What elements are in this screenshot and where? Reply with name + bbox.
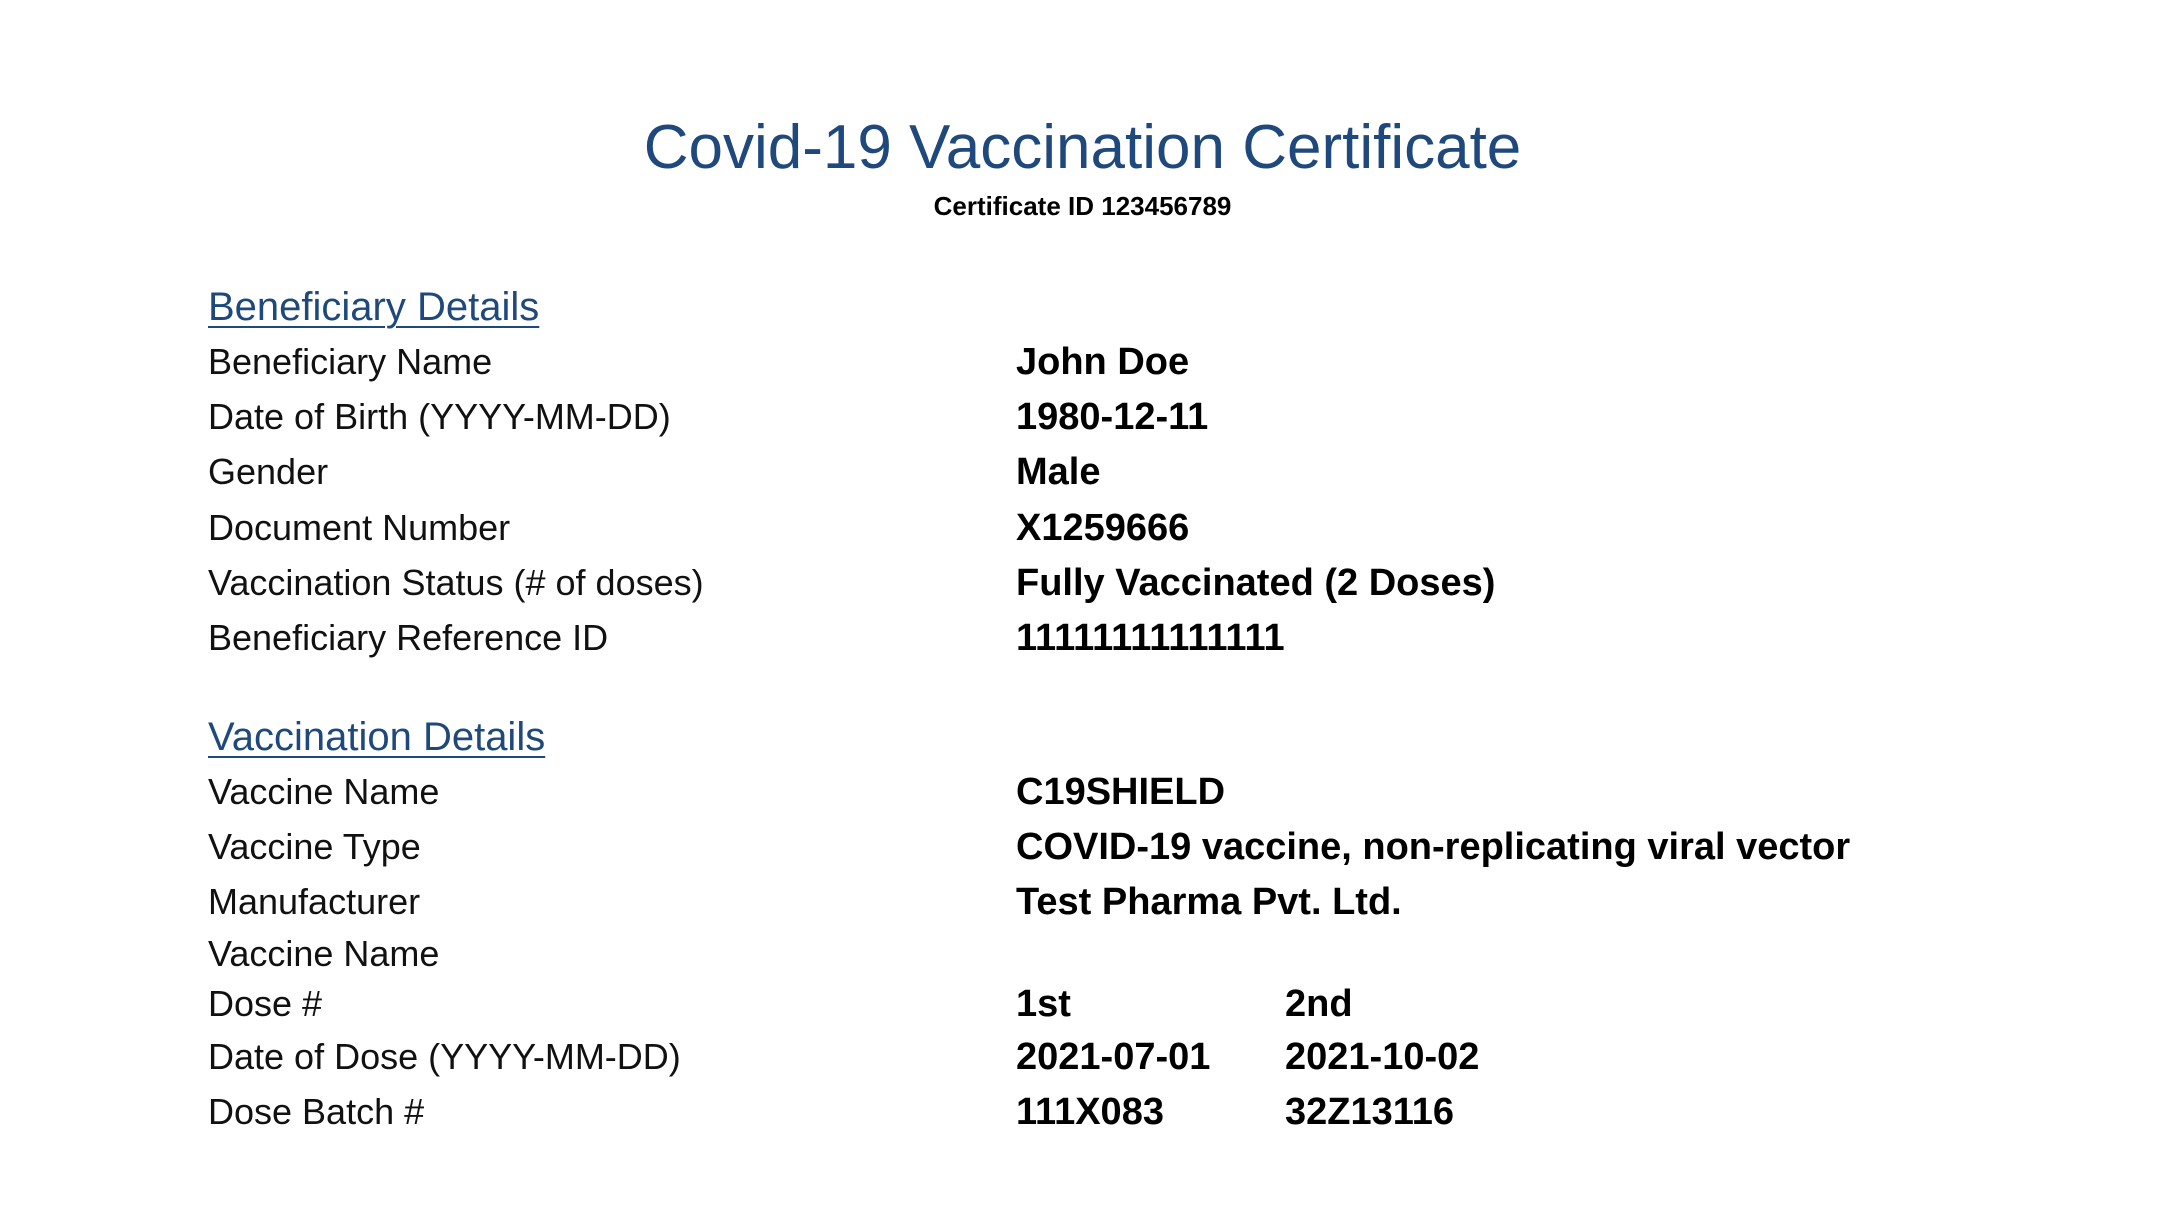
- vaccination-status-value: Fully Vaccinated (2 Doses): [1016, 562, 1496, 604]
- manufacturer-label: Manufacturer: [208, 881, 421, 922]
- manufacturer-value: Test Pharma Pvt. Ltd.: [1016, 881, 1402, 923]
- manufacturer-row: Manufacturer Test Pharma Pvt. Ltd.: [0, 877, 2165, 933]
- document-number-value: X1259666: [1016, 507, 1190, 549]
- gender-row: Gender Male: [0, 447, 2165, 503]
- beneficiary-name-label: Beneficiary Name: [208, 341, 493, 382]
- beneficiary-reference-id-row: Beneficiary Reference ID 11111111111111: [0, 613, 2165, 669]
- beneficiary-reference-id-label: Beneficiary Reference ID: [208, 617, 609, 658]
- dose-2-batch: 32Z13116: [1285, 1091, 1455, 1133]
- beneficiary-name-row: Beneficiary Name John Doe: [0, 337, 2165, 393]
- vaccination-status-label: Vaccination Status (# of doses): [208, 562, 704, 603]
- document-number-label: Document Number: [208, 507, 511, 548]
- vaccine-name-value: C19SHIELD: [1016, 771, 1226, 813]
- date-of-birth-label: Date of Birth (YYYY-MM-DD): [208, 396, 671, 437]
- dose-1-number: 1st: [1016, 983, 1071, 1025]
- vaccine-type-label: Vaccine Type: [208, 826, 421, 867]
- vaccine-name-repeat-row: Vaccine Name: [0, 929, 2165, 985]
- vaccine-type-row: Vaccine Type COVID-19 vaccine, non-repli…: [0, 822, 2165, 878]
- vaccine-name-label: Vaccine Name: [208, 771, 440, 812]
- vaccine-name-repeat-label: Vaccine Name: [208, 933, 440, 974]
- vaccination-details-heading: Vaccination Details: [208, 715, 546, 759]
- dose-batch-label: Dose Batch #: [208, 1091, 425, 1132]
- date-of-dose-row: Date of Dose (YYYY-MM-DD) 2021-07-01 202…: [0, 1032, 2165, 1088]
- vaccine-name-row: Vaccine Name C19SHIELD: [0, 767, 2165, 823]
- beneficiary-name-value: John Doe: [1016, 341, 1190, 383]
- certificate-title: Covid-19 Vaccination Certificate: [643, 113, 1522, 182]
- certificate-id: Certificate ID 123456789: [933, 191, 1232, 221]
- document-number-row: Document Number X1259666: [0, 503, 2165, 559]
- beneficiary-details-heading: Beneficiary Details: [208, 285, 540, 329]
- dose-1-batch: 111X083: [1016, 1091, 1164, 1133]
- date-of-birth-row: Date of Birth (YYYY-MM-DD) 1980-12-11: [0, 392, 2165, 448]
- vaccination-status-row: Vaccination Status (# of doses) Fully Va…: [0, 558, 2165, 614]
- gender-label: Gender: [208, 451, 329, 492]
- dose-batch-row: Dose Batch # 111X083 32Z13116: [0, 1087, 2165, 1143]
- dose-number-row: Dose # 1st 2nd: [0, 979, 2165, 1035]
- beneficiary-reference-id-value: 11111111111111: [1016, 617, 1285, 659]
- vaccine-type-value: COVID-19 vaccine, non-replicating viral …: [1016, 826, 1851, 868]
- dose-1-date: 2021-07-01: [1016, 1036, 1211, 1078]
- date-of-birth-value: 1980-12-11: [1016, 396, 1209, 438]
- dose-number-label: Dose #: [208, 983, 323, 1024]
- dose-2-number: 2nd: [1285, 983, 1353, 1025]
- dose-2-date: 2021-10-02: [1285, 1036, 1480, 1078]
- date-of-dose-label: Date of Dose (YYYY-MM-DD): [208, 1036, 681, 1077]
- gender-value: Male: [1016, 451, 1101, 493]
